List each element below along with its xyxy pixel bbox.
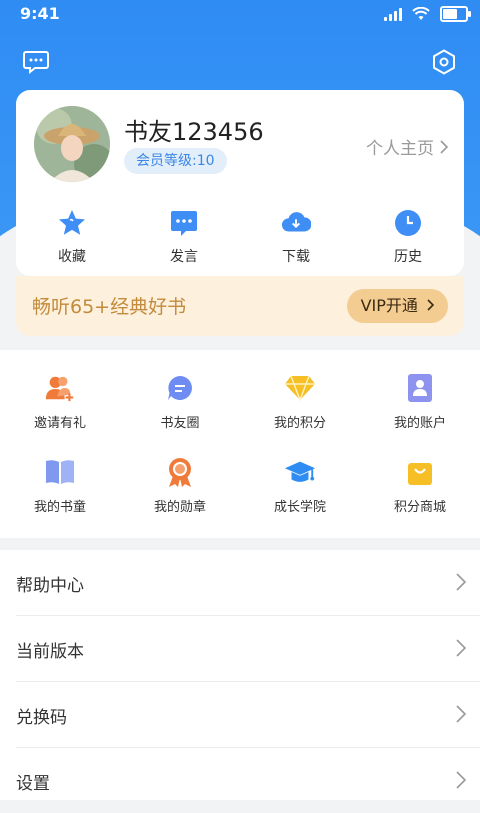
- avatar[interactable]: [34, 106, 110, 182]
- menu-item-label: 当前版本: [16, 642, 84, 662]
- personal-homepage-label: 个人主页: [366, 139, 434, 159]
- quick-action-favorites[interactable]: 收藏: [16, 208, 128, 266]
- clock-icon: [393, 208, 423, 238]
- vip-activate-label: VIP开通: [360, 296, 418, 315]
- chevron-right-icon: [440, 139, 448, 154]
- cloud-download-icon: [281, 208, 311, 238]
- settings-menu: 帮助中心 当前版本 兑换码 设置: [0, 550, 480, 800]
- menu-item-label: 帮助中心: [16, 576, 84, 596]
- grid-item-book-buddy[interactable]: 我的书童: [0, 456, 120, 540]
- status-time: 9:41: [20, 4, 60, 23]
- grid-item-book-circle[interactable]: 书友圈: [120, 372, 240, 456]
- star-icon: [57, 208, 87, 238]
- account-icon: [404, 372, 436, 404]
- personal-homepage-link[interactable]: 个人主页: [366, 134, 448, 159]
- diamond-icon: [284, 372, 316, 404]
- menu-item-redeem-code[interactable]: 兑换码: [16, 682, 480, 748]
- grid-item-points[interactable]: 我的积分: [240, 372, 360, 456]
- member-level-badge: 会员等级:10: [124, 148, 227, 174]
- grid-item-invite[interactable]: 邀请有礼: [0, 372, 120, 456]
- nickname: 书友123456: [124, 118, 264, 146]
- signal-icon: [384, 7, 402, 21]
- quick-action-label: 发言: [170, 249, 198, 265]
- grid-item-medals[interactable]: 我的勋章: [120, 456, 240, 540]
- status-bar: 9:41: [0, 0, 480, 28]
- settings-hexagon-icon: [433, 49, 455, 75]
- vip-promo-bar[interactable]: 畅听65+经典好书 VIP开通: [16, 276, 464, 336]
- grid-item-label: 我的积分: [273, 416, 326, 431]
- chevron-right-icon: [427, 299, 435, 311]
- chat-bubble-icon: [164, 372, 196, 404]
- grid-item-growth-academy[interactable]: 成长学院: [240, 456, 360, 540]
- menu-item-label: 设置: [16, 774, 50, 794]
- book-icon: [44, 456, 76, 488]
- grid-item-label: 我的账户: [393, 416, 446, 431]
- quick-action-label: 下载: [282, 249, 310, 265]
- vip-activate-button[interactable]: VIP开通: [346, 289, 448, 323]
- battery-icon: [440, 6, 471, 22]
- chevron-right-icon: [456, 705, 466, 723]
- message-icon: [23, 51, 49, 74]
- message-button[interactable]: [20, 46, 52, 78]
- quick-action-downloads[interactable]: 下载: [240, 208, 352, 266]
- quick-action-label: 历史: [394, 249, 422, 265]
- grid-item-label: 积分商城: [393, 500, 446, 515]
- avatar-image: [34, 106, 110, 182]
- menu-item-settings[interactable]: 设置: [16, 748, 480, 813]
- grid-item-label: 书友圈: [160, 416, 200, 431]
- grid-item-points-mall[interactable]: 积分商城: [360, 456, 480, 540]
- shopping-bag-icon: [404, 456, 436, 488]
- profile-card: 书友123456 会员等级:10 个人主页 收藏 发言 下载 历史: [16, 90, 464, 276]
- menu-item-help-center[interactable]: 帮助中心: [16, 550, 480, 616]
- graduation-cap-icon: [284, 456, 316, 488]
- menu-item-label: 兑换码: [16, 708, 67, 728]
- feature-grid: 邀请有礼 书友圈 我的积分 我的账户 我的书童 我的勋章 成长学院 积分商城: [0, 350, 480, 538]
- quick-action-history[interactable]: 历史: [352, 208, 464, 266]
- chevron-right-icon: [456, 771, 466, 789]
- wifi-icon: [412, 7, 430, 20]
- quick-action-posts[interactable]: 发言: [128, 208, 240, 266]
- grid-item-label: 我的书童: [33, 500, 86, 515]
- quick-action-label: 收藏: [58, 249, 86, 265]
- grid-item-label: 邀请有礼: [33, 416, 86, 431]
- menu-item-current-version[interactable]: 当前版本: [16, 616, 480, 682]
- invite-users-icon: [44, 372, 76, 404]
- status-icons: [384, 6, 471, 22]
- chevron-right-icon: [456, 573, 466, 591]
- medal-icon: [164, 456, 196, 488]
- quick-actions: 收藏 发言 下载 历史: [16, 208, 464, 266]
- chevron-right-icon: [456, 639, 466, 657]
- grid-item-label: 成长学院: [273, 500, 326, 515]
- vip-promo-text: 畅听65+经典好书: [32, 296, 187, 318]
- settings-button[interactable]: [428, 46, 460, 78]
- comment-icon: [169, 208, 199, 238]
- grid-item-account[interactable]: 我的账户: [360, 372, 480, 456]
- grid-item-label: 我的勋章: [153, 500, 206, 515]
